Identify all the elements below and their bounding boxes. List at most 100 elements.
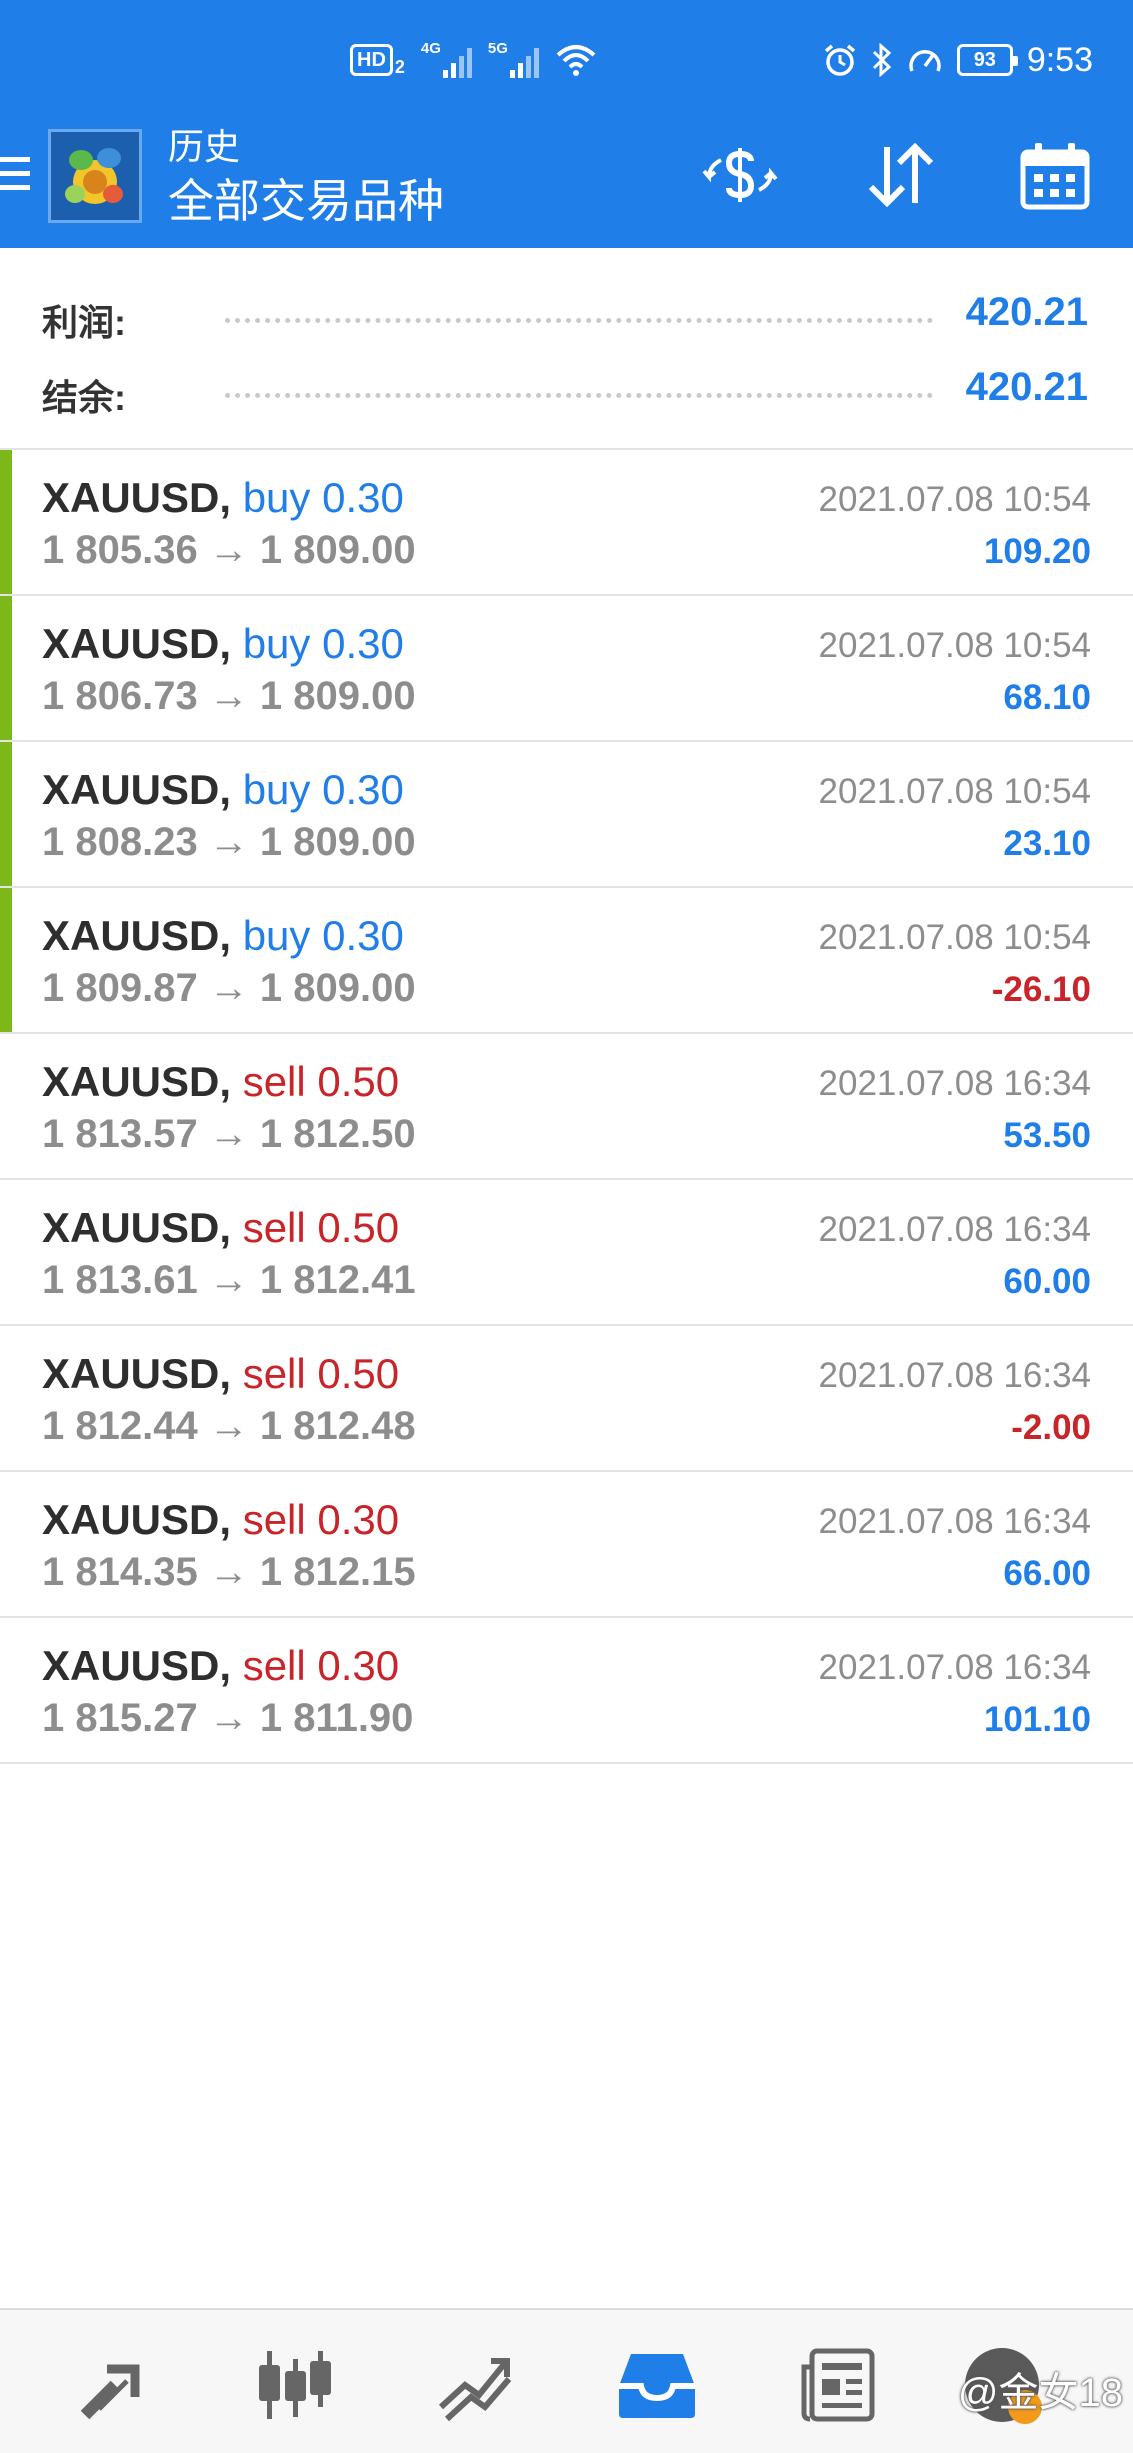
deal-time: 2021.07.08 10:54 (818, 480, 1091, 519)
app-bar: 历史 全部交易品种 (0, 115, 1133, 248)
deal-profit: 109.20 (983, 532, 1091, 571)
deal-symbol: XAUUSD, (42, 912, 232, 959)
deal-row[interactable]: XAUUSD, buy 0.30 1 806.73 → 1 809.00 202… (0, 596, 1133, 742)
balance-dots (225, 393, 933, 398)
deal-profit: 101.10 (983, 1700, 1091, 1739)
deal-prices: 1 813.61 → 1 812.41 (42, 1258, 416, 1302)
nav-news[interactable] (792, 2340, 882, 2430)
buy-marker (0, 596, 12, 740)
clock: 9:53 (1026, 40, 1093, 79)
deal-side: buy 0.30 (242, 766, 404, 813)
status-bar: HD 2 4G 5G 93 9:53 (0, 0, 1133, 115)
profit-label: 利润: (42, 302, 126, 343)
network-4g-label: 4G (420, 40, 441, 57)
deal-profit: 68.10 (1003, 678, 1091, 717)
speed-icon (909, 50, 941, 72)
bottom-nav: @金女18 (0, 2308, 1133, 2453)
status-right: 93 9:53 (823, 38, 1093, 82)
deal-symbol: XAUUSD, (42, 620, 232, 667)
deal-symbol: XAUUSD, (42, 1496, 232, 1543)
deal-side: sell 0.30 (242, 1496, 400, 1543)
metatrader-logo-icon (65, 148, 123, 204)
deal-side: sell 0.50 (242, 1350, 400, 1397)
deal-row[interactable]: XAUUSD, buy 0.30 1 808.23 → 1 809.00 202… (0, 742, 1133, 888)
hd-voice-indicator: HD 2 (350, 43, 405, 78)
nav-history[interactable] (612, 2340, 702, 2430)
deal-row[interactable]: XAUUSD, buy 0.30 1 805.36 → 1 809.00 202… (0, 450, 1133, 596)
balance-value: 420.21 (965, 365, 1088, 409)
deal-prices: 1 813.57 → 1 812.50 (42, 1112, 416, 1156)
deal-time: 2021.07.08 16:34 (818, 1502, 1091, 1541)
deal-list: XAUUSD, buy 0.30 1 805.36 → 1 809.00 202… (0, 450, 1133, 1764)
balance-label: 结余: (42, 377, 126, 418)
app-logo (48, 129, 142, 223)
deal-symbol: XAUUSD, (42, 766, 232, 813)
deal-prices: 1 806.73 → 1 809.00 (42, 674, 416, 718)
deal-side: buy 0.30 (242, 912, 404, 959)
deposit-withdraw-button[interactable] (700, 135, 780, 215)
signal-5g-icon: 5G (487, 40, 539, 78)
deal-profit: 53.50 (1003, 1116, 1091, 1155)
alarm-icon (824, 44, 855, 76)
deal-time: 2021.07.08 16:34 (818, 1356, 1091, 1395)
deal-side: sell 0.50 (242, 1058, 400, 1105)
deal-prices: 1 815.27 → 1 811.90 (42, 1696, 414, 1740)
trade-icon (438, 2358, 512, 2422)
menu-icon[interactable] (0, 157, 30, 197)
network-5g-label: 5G (487, 40, 508, 57)
currency-exchange-icon (702, 148, 778, 202)
history-icon (619, 2354, 695, 2418)
deal-profit: 66.00 (1003, 1554, 1091, 1593)
battery-level: 93 (973, 48, 996, 71)
profit-row: 利润: 420.21 (0, 278, 1133, 348)
deal-time: 2021.07.08 10:54 (818, 772, 1091, 811)
bluetooth-icon (872, 43, 892, 77)
deal-prices: 1 812.44 → 1 812.48 (42, 1404, 416, 1448)
deal-profit: 23.10 (1003, 824, 1091, 863)
deal-side: buy 0.30 (242, 620, 404, 667)
balance-row: 结余: 420.21 (0, 353, 1133, 423)
deal-symbol: XAUUSD, (42, 1642, 232, 1689)
deal-symbol: XAUUSD, (42, 474, 232, 521)
news-icon (801, 2348, 875, 2422)
deal-row[interactable]: XAUUSD, sell 0.50 1 813.61 → 1 812.41 20… (0, 1180, 1133, 1326)
hd-label: HD (350, 44, 393, 76)
profit-value: 420.21 (965, 290, 1088, 334)
profit-dots (225, 318, 933, 323)
chart-icon (259, 2351, 331, 2419)
wifi-icon (556, 45, 596, 76)
nav-trade[interactable] (430, 2340, 520, 2430)
buy-marker (0, 450, 12, 594)
sort-button[interactable] (860, 135, 940, 215)
deal-side: sell 0.50 (242, 1204, 400, 1251)
screen-subtitle: 历史 (168, 126, 241, 167)
watermark: @金女18 (957, 2371, 1123, 2415)
battery-icon: 93 (956, 44, 1018, 76)
deal-profit: 60.00 (1003, 1262, 1091, 1301)
deal-row[interactable]: XAUUSD, sell 0.30 1 815.27 → 1 811.90 20… (0, 1618, 1133, 1764)
nav-quotes[interactable] (70, 2340, 160, 2430)
sort-arrows-icon (868, 143, 934, 207)
deal-time: 2021.07.08 10:54 (818, 918, 1091, 957)
deal-time: 2021.07.08 16:34 (818, 1064, 1091, 1103)
deal-prices: 1 814.35 → 1 812.15 (42, 1550, 416, 1594)
quotes-icon (80, 2364, 140, 2420)
deal-time: 2021.07.08 16:34 (818, 1648, 1091, 1687)
deal-side: buy 0.30 (242, 474, 404, 521)
symbol-filter-title[interactable]: 全部交易品种 (168, 171, 444, 231)
deal-symbol: XAUUSD, (42, 1204, 232, 1251)
deal-row[interactable]: XAUUSD, sell 0.50 1 813.57 → 1 812.50 20… (0, 1034, 1133, 1180)
hd-sub: 2 (394, 56, 405, 77)
deal-symbol: XAUUSD, (42, 1350, 232, 1397)
deal-time: 2021.07.08 10:54 (818, 626, 1091, 665)
signal-4g-icon: 4G (420, 40, 472, 78)
history-summary: 利润: 420.21 结余: 420.21 (0, 248, 1133, 450)
deal-row[interactable]: XAUUSD, sell 0.30 1 814.35 → 1 812.15 20… (0, 1472, 1133, 1618)
deal-prices: 1 805.36 → 1 809.00 (42, 528, 416, 572)
date-range-button[interactable] (1015, 135, 1095, 215)
nav-chart[interactable] (250, 2340, 340, 2430)
deal-row[interactable]: XAUUSD, buy 0.30 1 809.87 → 1 809.00 202… (0, 888, 1133, 1034)
calendar-icon (1020, 143, 1090, 210)
deal-row[interactable]: XAUUSD, sell 0.50 1 812.44 → 1 812.48 20… (0, 1326, 1133, 1472)
deal-profit: -2.00 (1011, 1408, 1091, 1447)
